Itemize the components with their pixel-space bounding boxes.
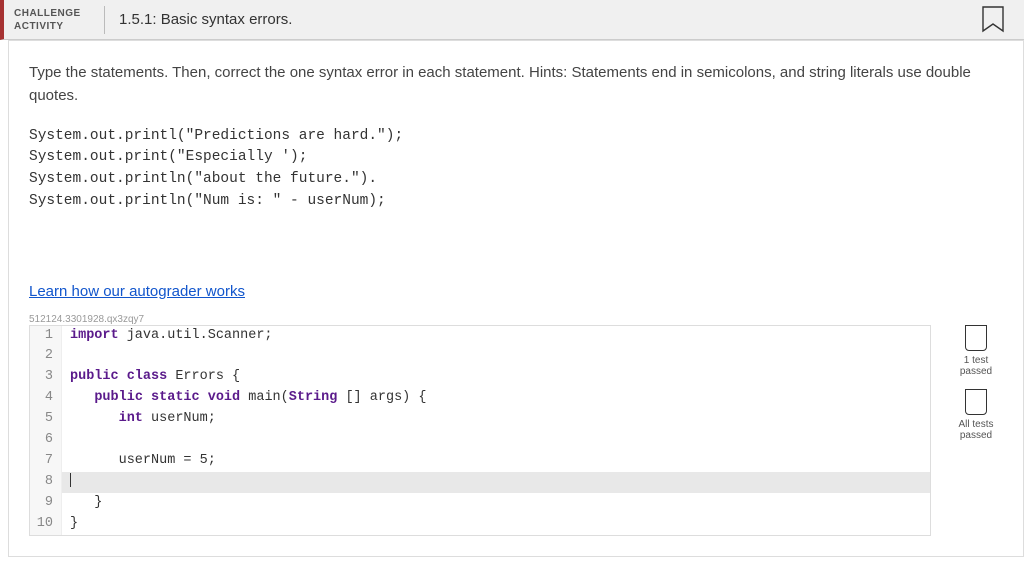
editor-wrap: 1import java.util.Scanner;23public class… [29, 325, 1003, 536]
one-test-line1: 1 test [964, 355, 988, 366]
content-region: Type the statements. Then, correct the o… [8, 40, 1024, 557]
badge-line1: CHALLENGE [14, 7, 94, 20]
code-editor[interactable]: 1import java.util.Scanner;23public class… [29, 325, 931, 536]
line-content[interactable]: int userNum; [62, 409, 930, 430]
line-content[interactable]: } [62, 493, 930, 514]
line-content[interactable] [62, 472, 930, 493]
all-tests-box: All tests passed [949, 389, 1003, 441]
line-number: 5 [30, 409, 62, 430]
autograder-link[interactable]: Learn how our autograder works [29, 283, 245, 300]
cursor-icon [70, 473, 71, 487]
activity-header: CHALLENGE ACTIVITY 1.5.1: Basic syntax e… [0, 0, 1024, 40]
line-number: 10 [30, 514, 62, 535]
editor-line[interactable]: 1import java.util.Scanner; [30, 326, 930, 347]
line-number: 3 [30, 367, 62, 388]
line-number: 9 [30, 493, 62, 514]
line-number: 8 [30, 472, 62, 493]
line-number: 7 [30, 451, 62, 472]
editor-line[interactable]: 2 [30, 346, 930, 367]
one-test-line2: passed [960, 366, 992, 377]
editor-line[interactable]: 4 public static void main(String [] args… [30, 388, 930, 409]
editor-line[interactable]: 6 [30, 430, 930, 451]
test-status-panel: 1 test passed All tests passed [949, 325, 1003, 536]
line-number: 1 [30, 326, 62, 347]
vertical-divider [104, 6, 105, 34]
editor-line[interactable]: 7 userNum = 5; [30, 451, 930, 472]
editor-line[interactable]: 8 [30, 472, 930, 493]
sample-code: System.out.printl("Predictions are hard.… [29, 126, 1003, 213]
all-tests-line2: passed [960, 430, 992, 441]
activity-title: 1.5.1: Basic syntax errors. [119, 11, 292, 28]
editor-line[interactable]: 9 } [30, 493, 930, 514]
editor-line[interactable]: 10} [30, 514, 930, 535]
line-number: 6 [30, 430, 62, 451]
line-content[interactable]: public class Errors { [62, 367, 930, 388]
test-badge-icon [965, 325, 987, 351]
bookmark-icon[interactable] [982, 6, 1004, 36]
badge-line2: ACTIVITY [14, 20, 94, 33]
line-number: 4 [30, 388, 62, 409]
test-badge-icon [965, 389, 987, 415]
line-number: 2 [30, 346, 62, 367]
instructions-text: Type the statements. Then, correct the o… [29, 61, 1003, 108]
hash-id: 512124.3301928.qx3zqy7 [29, 314, 1003, 325]
challenge-badge: CHALLENGE ACTIVITY [4, 7, 104, 33]
all-tests-line1: All tests [958, 419, 993, 430]
line-content[interactable]: public static void main(String [] args) … [62, 388, 930, 409]
editor-line[interactable]: 3public class Errors { [30, 367, 930, 388]
one-test-box: 1 test passed [949, 325, 1003, 377]
line-content[interactable]: userNum = 5; [62, 451, 930, 472]
line-content[interactable]: import java.util.Scanner; [62, 326, 930, 347]
line-content[interactable]: } [62, 514, 930, 535]
editor-line[interactable]: 5 int userNum; [30, 409, 930, 430]
